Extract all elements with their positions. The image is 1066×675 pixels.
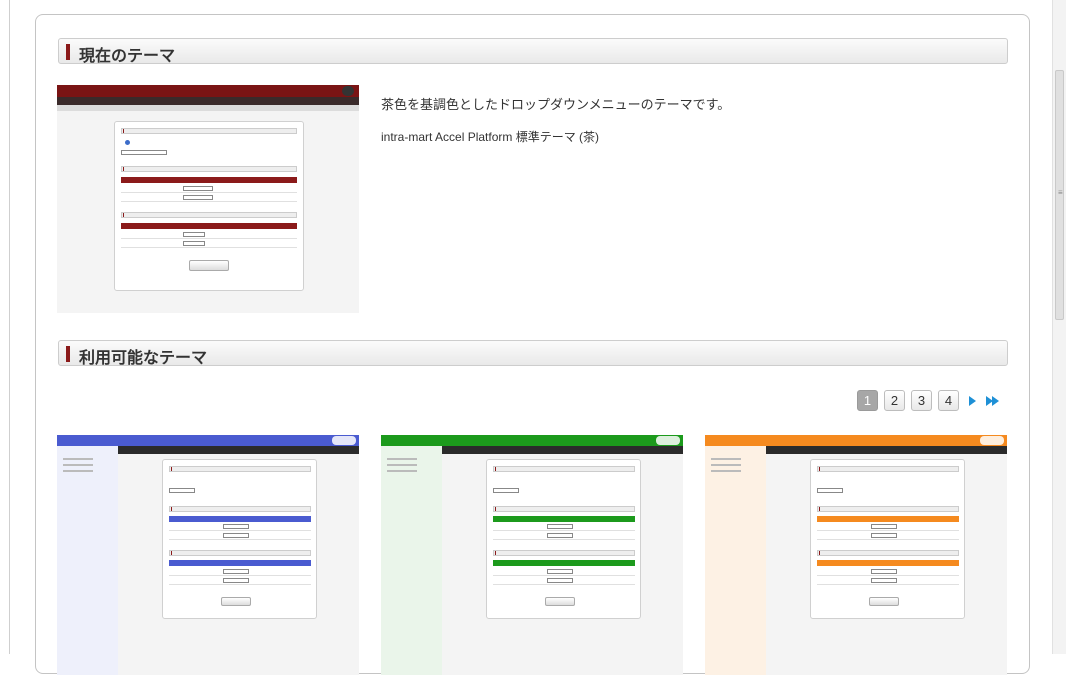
last-page-icon[interactable] (985, 390, 999, 411)
page-1-button[interactable]: 1 (857, 390, 878, 411)
page-3-button[interactable]: 3 (911, 390, 932, 411)
theme-thumbnail-green[interactable] (381, 435, 683, 675)
page-left-border (9, 0, 10, 654)
thumb-top-bar (57, 435, 359, 446)
page-2-button[interactable]: 2 (884, 390, 905, 411)
theme-thumbnail-blue[interactable] (57, 435, 359, 675)
thumb-card (162, 459, 317, 619)
thumb-sub-bar (442, 446, 683, 454)
available-themes-header: 利用可能なテーマ (58, 340, 1008, 367)
header-accent-bar (66, 346, 70, 362)
current-theme-thumbnail[interactable] (57, 85, 359, 313)
thumb-card (486, 459, 641, 619)
thumb-sidebar (705, 446, 766, 675)
thumb-sidebar (381, 446, 442, 675)
available-themes-title: 利用可能なテーマ (79, 350, 208, 367)
thumb-card (810, 459, 965, 619)
theme-settings-panel: 現在のテーマ 茶色を基調色としたドロップダウンメニューのテーマです。 intra… (35, 14, 1030, 675)
next-page-icon[interactable] (965, 390, 979, 411)
thumb-help-icon (342, 86, 354, 96)
theme-thumbnail-orange[interactable] (705, 435, 1007, 675)
thumb-card (114, 121, 304, 291)
thumb-sidebar (57, 446, 118, 675)
thumb-toolbar (57, 105, 359, 111)
page-4-button[interactable]: 4 (938, 390, 959, 411)
thumb-sub-bar (118, 446, 359, 454)
thumb-sub-bar (57, 97, 359, 105)
thumb-top-bar (381, 435, 683, 446)
thumb-sub-bar (766, 446, 1007, 454)
theme-pager: 1 2 3 4 (857, 390, 999, 411)
current-theme-header: 現在のテーマ (58, 38, 1008, 65)
thumb-top-bar (57, 85, 359, 97)
current-theme-title: 現在のテーマ (79, 48, 176, 65)
vertical-scrollbar[interactable]: ≡ (1052, 0, 1066, 654)
scrollbar-grip-icon: ≡ (1058, 188, 1063, 197)
current-theme-name: intra-mart Accel Platform 標準テーマ (茶) (381, 130, 600, 144)
current-theme-description: 茶色を基調色としたドロップダウンメニューのテーマです。 (381, 97, 731, 112)
header-accent-bar (66, 44, 70, 60)
thumb-top-bar (705, 435, 1007, 446)
